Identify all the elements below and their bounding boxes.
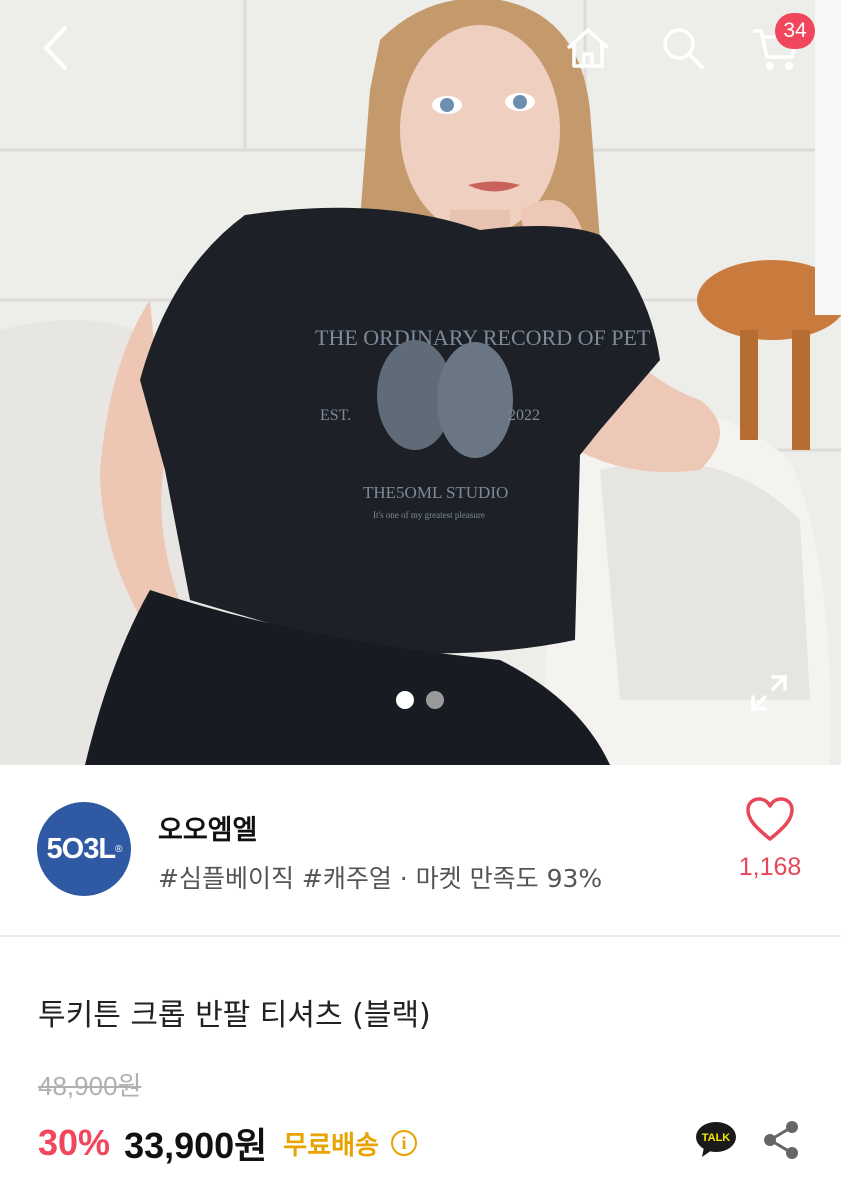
share-icon [764, 1121, 798, 1159]
cart-count-badge: 34 [775, 13, 815, 49]
heart-icon [746, 797, 794, 841]
search-button[interactable] [655, 20, 711, 76]
shop-logo-mark: ® [115, 843, 122, 855]
discount-rate: 30% [38, 1122, 111, 1163]
carousel-indicator [396, 691, 444, 709]
like-button[interactable]: 1,168 [728, 797, 812, 882]
back-arrow-icon [44, 26, 67, 70]
home-button[interactable] [560, 20, 616, 76]
tshirt-print-est: EST. [320, 407, 351, 424]
tshirt-print-tagline: It's one of my greatest pleasure [373, 510, 485, 520]
shop-logo-text: 5O3L [46, 832, 117, 865]
kakaotalk-icon: TALK [696, 1122, 736, 1157]
share-button[interactable] [760, 1118, 802, 1162]
like-count: 1,168 [738, 853, 802, 881]
top-navigation-bar: 34 [0, 0, 841, 100]
shop-logo[interactable]: 5O3L ® [37, 802, 131, 896]
tshirt-print-year: 2022 [508, 407, 540, 424]
carousel-dot[interactable] [426, 691, 444, 709]
info-icon[interactable]: i [390, 1130, 417, 1156]
product-title: 투키튼 크롭 반팔 티셔츠 (블랙) [38, 998, 431, 1033]
shop-name[interactable]: 오오엠엘 [158, 808, 257, 847]
expand-icon [751, 675, 787, 711]
talk-label: TALK [702, 1132, 731, 1144]
tshirt-print-studio: THE5OML STUDIO [363, 483, 508, 502]
sale-price: 33,900원 [124, 1125, 268, 1166]
product-image-carousel[interactable]: THE ORDINARY RECORD OF PET EST. 2022 THE… [0, 0, 841, 765]
search-icon [663, 28, 704, 69]
back-button[interactable] [28, 20, 84, 76]
carousel-dot-active[interactable] [396, 691, 414, 709]
expand-image-button[interactable] [744, 668, 794, 718]
shop-tags: #심플베이직 #캐주얼 · 마켓 만족도 93% [158, 864, 603, 893]
free-shipping-label: 무료배송 [283, 1130, 379, 1161]
product-photo: THE ORDINARY RECORD OF PET EST. 2022 THE… [0, 0, 841, 765]
price-row: 30% 33,900원 무료배송 i [38, 1118, 417, 1168]
kakaotalk-button[interactable]: TALK [694, 1120, 738, 1160]
shop-info: 5O3L ® 오오엠엘 #심플베이직 #캐주얼 · 마켓 만족도 93% 1,16… [0, 765, 841, 937]
home-icon [566, 28, 610, 68]
original-price: 48,900원 [38, 1071, 142, 1101]
